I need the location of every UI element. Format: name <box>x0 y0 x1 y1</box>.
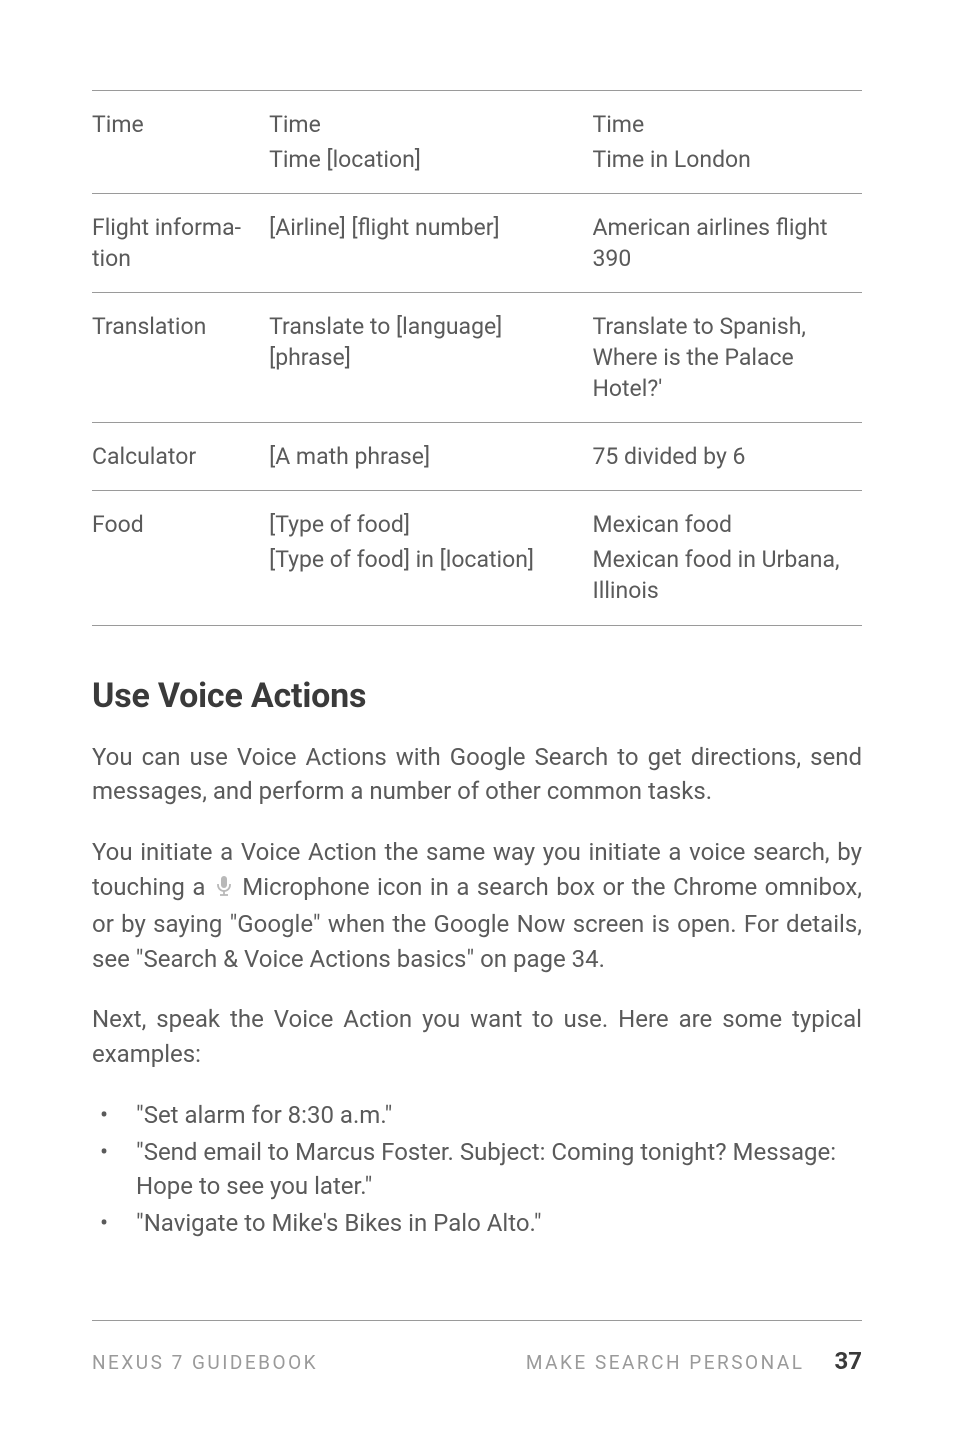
footer-right-group: MAKE SEARCH PERSONAL 37 <box>526 1347 862 1375</box>
table-row: Flight informa­tion [Airline] [flight nu… <box>92 194 862 293</box>
example-line: Time in London <box>592 144 856 175</box>
say-line: Time [location] <box>269 144 586 175</box>
page-number: 37 <box>834 1347 862 1375</box>
section-heading: Use Voice Actions <box>92 676 862 716</box>
table-row: Translation Translate to [language] [phr… <box>92 293 862 423</box>
say-line: [Type of food] <box>269 511 410 538</box>
paragraph: Next, speak the Voice Action you want to… <box>92 1002 862 1072</box>
paragraph: You initiate a Voice Action the same way… <box>92 835 862 976</box>
row-label: Flight informa­tion <box>92 194 269 293</box>
list-item: "Send email to Marcus Foster. Subject: C… <box>92 1135 862 1205</box>
page: Time Time Time [location] Time Time in L… <box>0 0 954 1435</box>
example-line: Time <box>592 111 644 138</box>
row-example: 75 divided by 6 <box>592 423 862 491</box>
say-line: Time <box>269 111 321 138</box>
row-say: [Type of food] [Type of food] in [locati… <box>269 491 592 625</box>
row-example: Time Time in London <box>592 91 862 194</box>
row-label: Calculator <box>92 423 269 491</box>
table-row: Calculator [A math phrase] 75 divided by… <box>92 423 862 491</box>
row-say: Time Time [location] <box>269 91 592 194</box>
row-label: Food <box>92 491 269 625</box>
table-row: Time Time Time [location] Time Time in L… <box>92 91 862 194</box>
row-example: Mexican food Mexican food in Urbana, Ill… <box>592 491 862 625</box>
voice-search-table: Time Time Time [location] Time Time in L… <box>92 90 862 626</box>
example-line: Mexican food in Urbana, Illinois <box>592 544 856 606</box>
page-footer: NEXUS 7 GUIDEBOOK MAKE SEARCH PERSONAL 3… <box>92 1320 862 1375</box>
example-line: Mexican food <box>592 511 731 538</box>
footer-section-title: MAKE SEARCH PERSONAL <box>526 1351 805 1374</box>
row-say: Translate to [language] [phrase] <box>269 293 592 423</box>
microphone-icon <box>215 872 233 907</box>
list-item: "Navigate to Mike's Bikes in Palo Alto." <box>92 1206 862 1241</box>
row-example: Translate to Spanish, Where is the Palac… <box>592 293 862 423</box>
list-item: "Set alarm for 8:30 a.m." <box>92 1098 862 1133</box>
table-row: Food [Type of food] [Type of food] in [l… <box>92 491 862 625</box>
row-example: American airlines flight 390 <box>592 194 862 293</box>
paragraph: You can use Voice Actions with Google Se… <box>92 740 862 810</box>
footer-book-title: NEXUS 7 GUIDEBOOK <box>92 1351 318 1374</box>
row-label: Translation <box>92 293 269 423</box>
row-say: [Airline] [flight number] <box>269 194 592 293</box>
say-line: [Type of food] in [location] <box>269 544 586 575</box>
row-say: [A math phrase] <box>269 423 592 491</box>
row-label: Time <box>92 91 269 194</box>
examples-list: "Set alarm for 8:30 a.m." "Send email to… <box>92 1098 862 1241</box>
